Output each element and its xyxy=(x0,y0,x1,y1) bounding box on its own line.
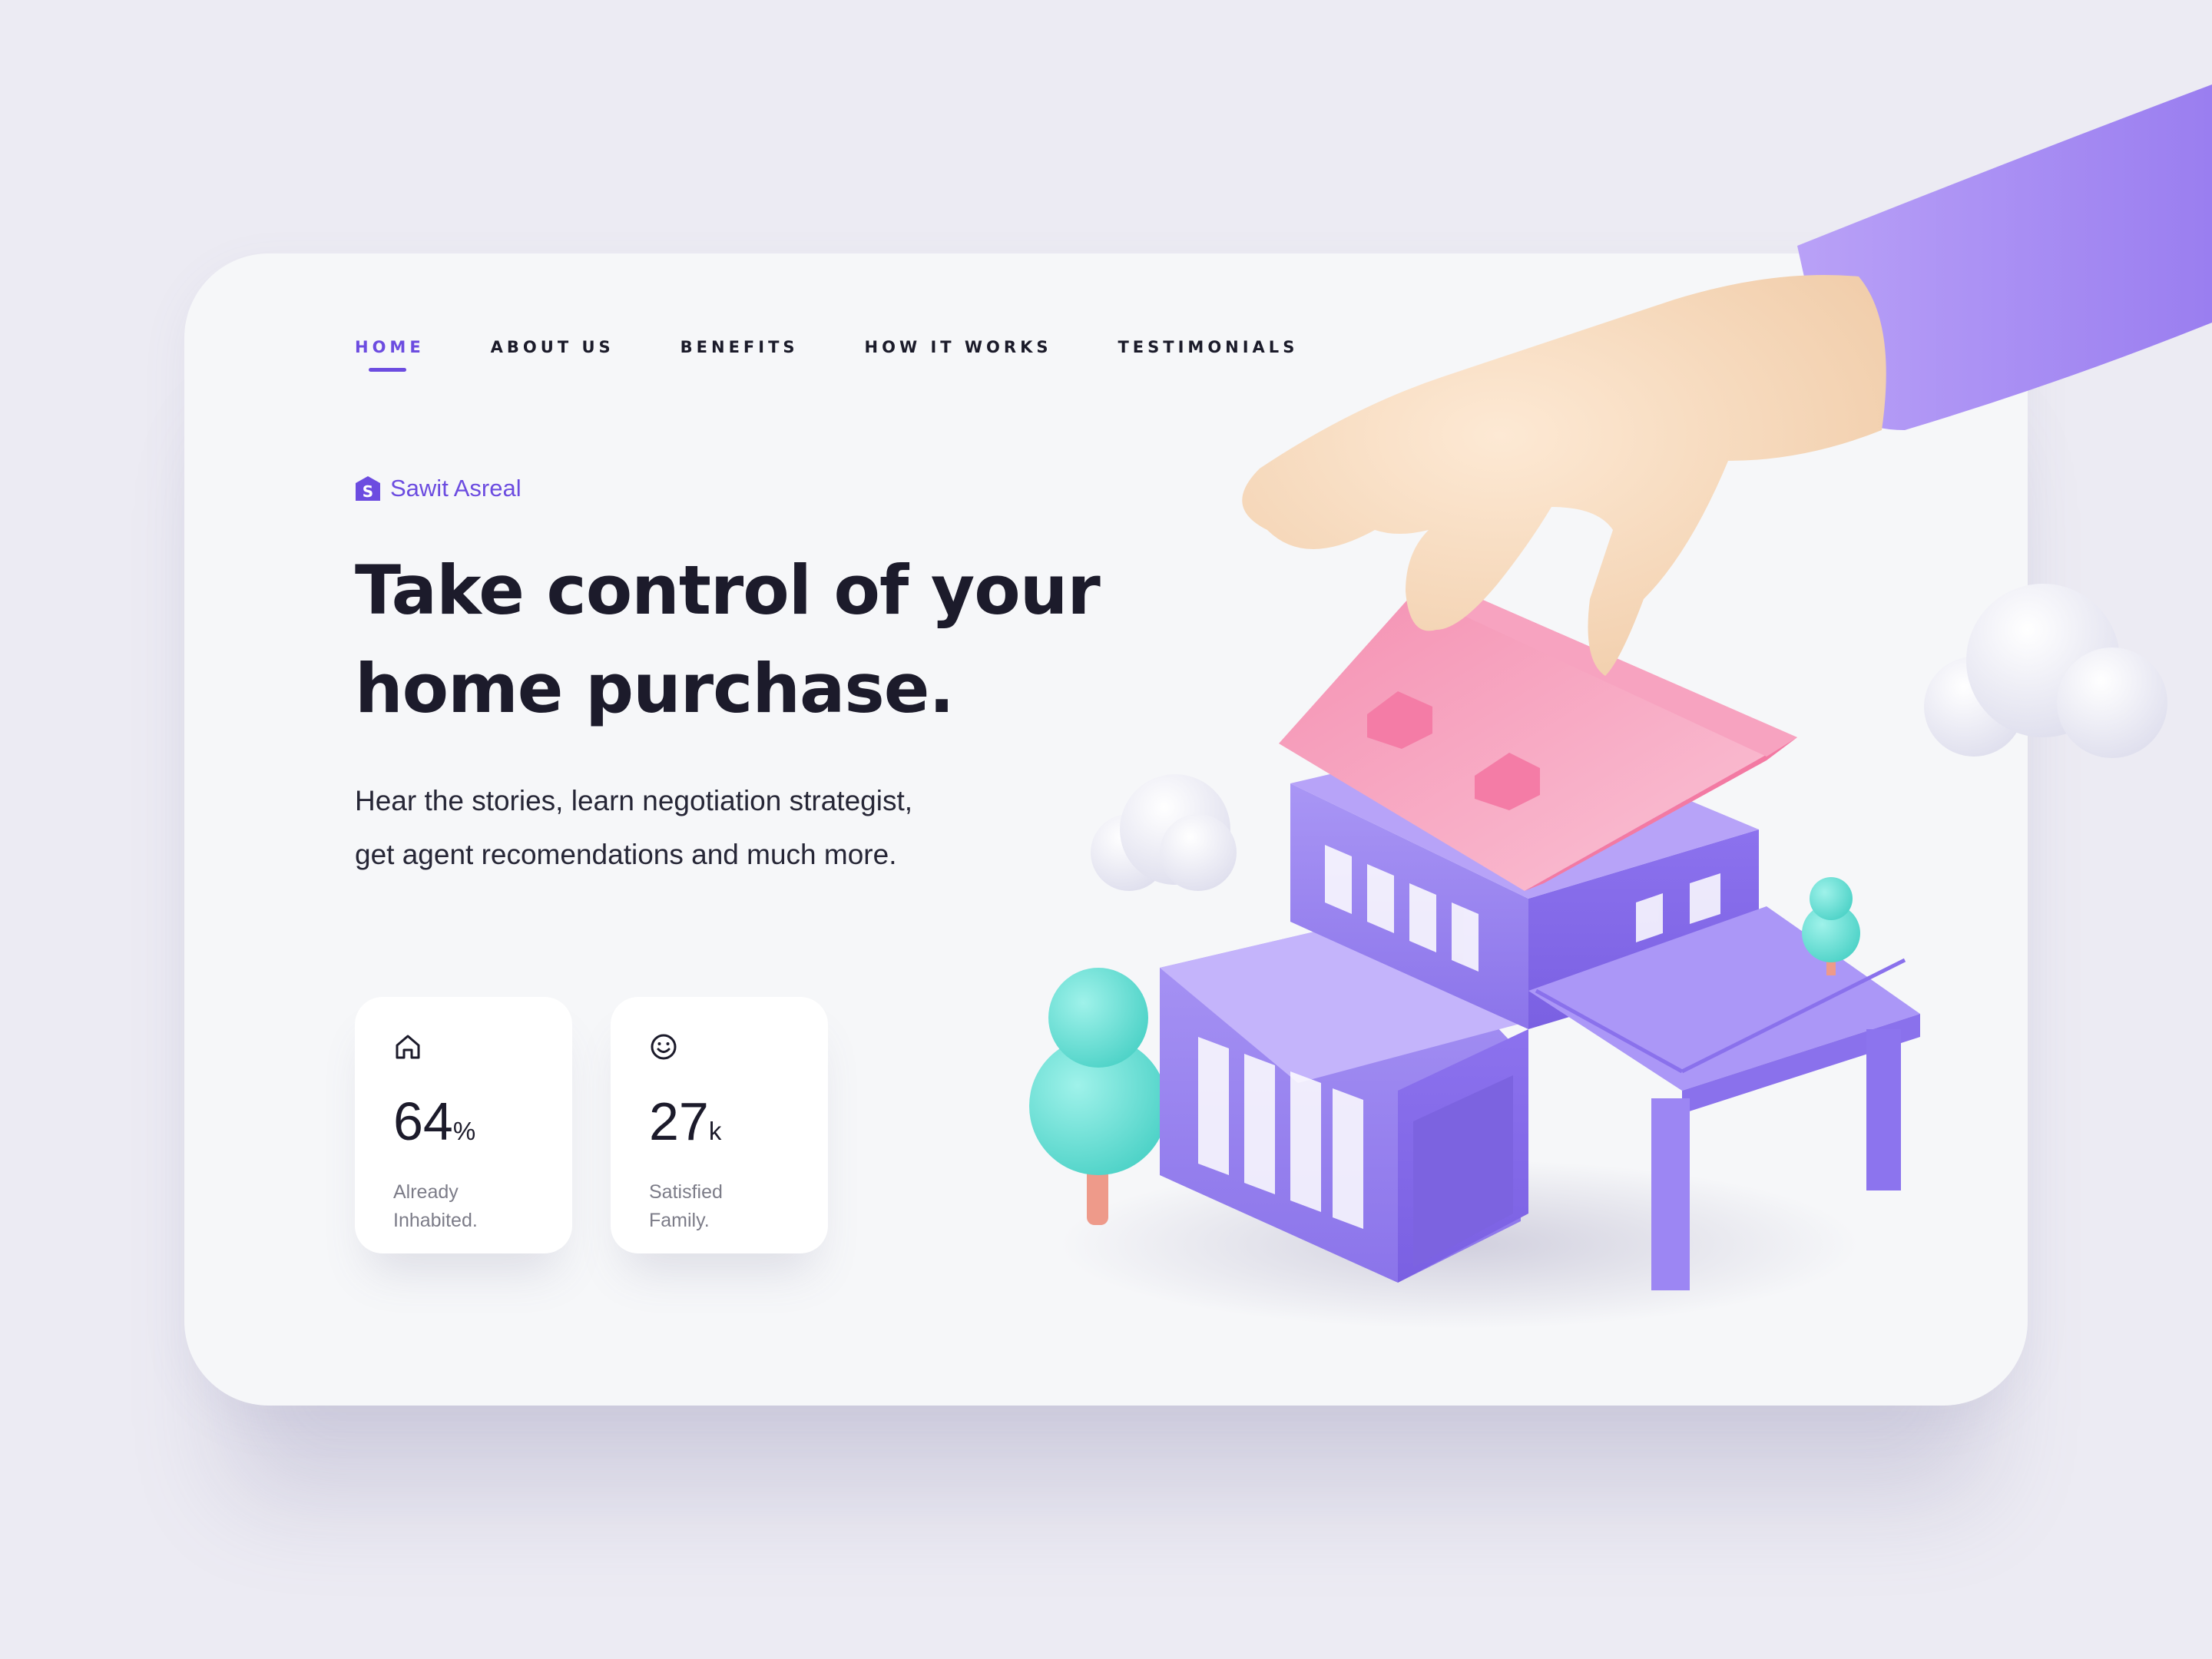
stat-label-line-1: Already xyxy=(393,1181,459,1203)
nav-benefits[interactable]: BENEFITS xyxy=(680,338,799,372)
hero-description: Hear the stories, learn negotiation stra… xyxy=(355,785,912,870)
hero-card: HOME ABOUT US BENEFITS HOW IT WORKS TEST… xyxy=(184,253,2028,1406)
nav-home[interactable]: HOME xyxy=(355,338,425,372)
stat-number: 64 xyxy=(393,1091,453,1151)
stat-value: 64% xyxy=(393,1094,572,1158)
main-nav: HOME ABOUT US BENEFITS HOW IT WORKS TEST… xyxy=(355,338,1364,372)
headline-line-2: home purchase. xyxy=(355,649,955,728)
home-icon xyxy=(396,1035,420,1059)
stat-label-line-2: Family. xyxy=(649,1210,710,1231)
brand-logo-letter: S xyxy=(363,482,373,501)
headline-line-1: Take control of your xyxy=(355,551,1101,630)
brand[interactable]: S Sawit Asreal xyxy=(355,475,522,502)
stat-card-families: 27k Satisfied Family. xyxy=(611,997,828,1253)
brand-name: Sawit Asreal xyxy=(390,475,522,502)
stat-unit: % xyxy=(452,1117,476,1145)
stat-value: 27k xyxy=(649,1094,828,1158)
stat-label: Already Inhabited. xyxy=(393,1178,572,1235)
stat-label: Satisfied Family. xyxy=(649,1178,828,1235)
stat-number: 27 xyxy=(649,1091,709,1151)
nav-how-it-works[interactable]: HOW IT WORKS xyxy=(865,338,1052,372)
smile-icon xyxy=(651,1034,677,1060)
stat-card-inhabited: 64% Already Inhabited. xyxy=(355,997,572,1253)
stat-unit: k xyxy=(708,1117,722,1145)
nav-about-us[interactable]: ABOUT US xyxy=(491,338,614,372)
nav-testimonials[interactable]: TESTIMONIALS xyxy=(1118,338,1298,372)
stat-label-line-1: Satisfied xyxy=(649,1181,723,1203)
hero-headline: Take control of your home purchase. xyxy=(355,541,1123,738)
stat-label-line-2: Inhabited. xyxy=(393,1210,478,1231)
brand-logo-icon: S xyxy=(356,476,380,501)
